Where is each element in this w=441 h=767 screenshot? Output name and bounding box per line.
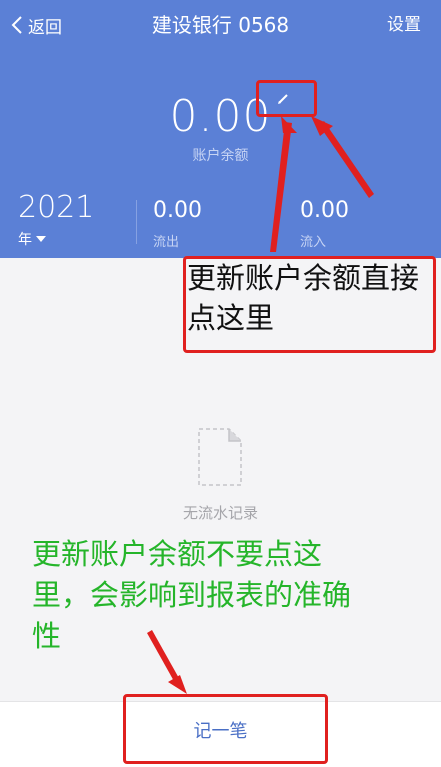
annotation-edit-tip: 更新账户余额直接点这里 (187, 261, 420, 335)
account-header: 返回 建设银行 0568 设置 0.00 账户余额 2021 年 0.00 流出… (0, 0, 441, 258)
inflow-value: 0.00 (300, 198, 349, 223)
annotation-box-record (123, 694, 328, 764)
inflow-label: 流入 (300, 235, 327, 250)
year-selector[interactable]: 年 (18, 229, 46, 249)
empty-state-text: 无流水记录 (182, 504, 258, 522)
outflow-label: 流出 (153, 235, 180, 250)
balance-label: 账户余额 (192, 148, 249, 164)
settings-button[interactable]: 设置 (387, 10, 421, 40)
divider (136, 200, 137, 244)
caret-down-icon (36, 236, 46, 242)
annotation-box-edit (256, 80, 317, 117)
page-title: 建设银行 0568 (151, 13, 290, 37)
document-icon (198, 428, 242, 486)
outflow-value: 0.00 (153, 198, 202, 223)
year-unit-label: 年 (18, 232, 32, 248)
annotation-warn-tip: 更新账户余额不要点这里，会影响到报表的准确性 (32, 537, 352, 653)
year-value[interactable]: 2021 (18, 190, 94, 226)
balance-value[interactable]: 0.00 (0, 92, 441, 142)
